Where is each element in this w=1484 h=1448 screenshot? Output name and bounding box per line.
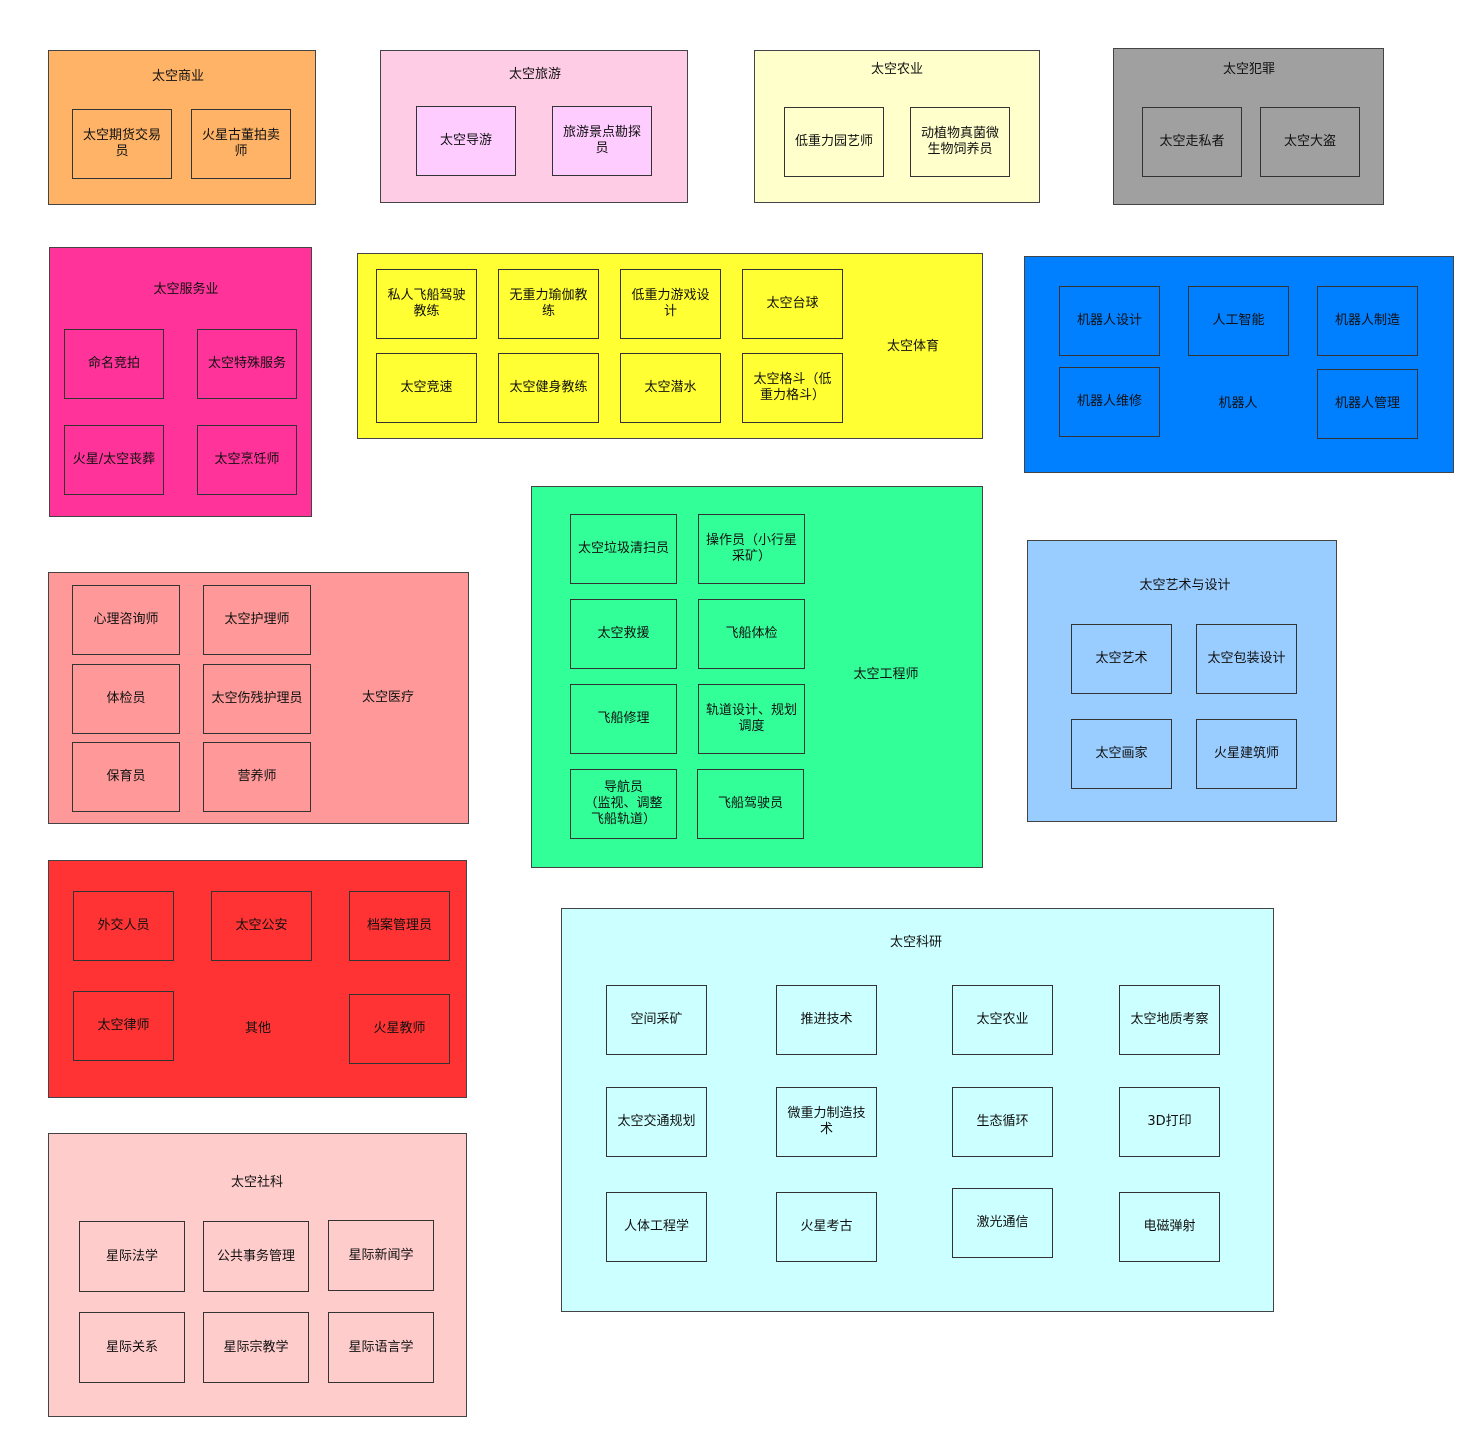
node-box[interactable]: 低重力游戏设计 [620, 269, 721, 339]
group-commerce: 太空商业 太空期货交易员 火星古董拍卖师 [48, 50, 316, 205]
node-box[interactable]: 太空公安 [211, 891, 312, 961]
node-box[interactable]: 保育员 [72, 742, 180, 812]
node-box[interactable]: 太空伤残护理员 [203, 664, 311, 734]
node-box[interactable]: 火星建筑师 [1196, 719, 1297, 789]
node-box[interactable]: 私人飞船驾驶教练 [376, 269, 477, 339]
node-box[interactable]: 火星考古 [776, 1192, 877, 1262]
node-box[interactable]: 太空期货交易员 [72, 109, 172, 179]
node-box[interactable]: 火星/太空丧葬 [64, 425, 164, 495]
node-box[interactable]: 火星教师 [349, 994, 450, 1064]
node-box[interactable]: 太空农业 [952, 985, 1053, 1055]
node-box[interactable]: 档案管理员 [349, 891, 450, 961]
node-box[interactable]: 太空潜水 [620, 353, 721, 423]
node-box[interactable]: 星际语言学 [328, 1312, 434, 1383]
group-title: 太空农业 [870, 62, 924, 77]
group-robot: 机器人 机器人设计 人工智能 机器人制造 机器人维修 机器人管理 [1024, 256, 1454, 473]
node-box[interactable]: 太空画家 [1071, 719, 1172, 789]
node-box[interactable]: 火星古董拍卖师 [191, 109, 291, 179]
node-box[interactable]: 导航员 （监视、调整 飞船轨道） [570, 769, 677, 839]
node-box[interactable]: 太空烹饪师 [197, 425, 297, 495]
node-box[interactable]: 机器人制造 [1317, 286, 1418, 356]
node-box[interactable]: 人工智能 [1188, 286, 1289, 356]
node-box[interactable]: 太空护理师 [203, 585, 311, 655]
group-crime: 太空犯罪 太空走私者 太空大盗 [1113, 48, 1384, 205]
node-box[interactable]: 飞船体检 [698, 599, 805, 669]
node-box[interactable]: 太空导游 [416, 106, 516, 176]
node-box[interactable]: 星际法学 [79, 1221, 185, 1292]
group-medical: 太空医疗 心理咨询师 太空护理师 体检员 太空伤残护理员 保育员 营养师 [48, 572, 469, 824]
node-box[interactable]: 无重力瑜伽教练 [498, 269, 599, 339]
group-title: 太空商业 [151, 69, 205, 84]
group-title: 机器人 [1218, 396, 1258, 411]
node-box[interactable]: 机器人管理 [1317, 369, 1418, 439]
group-sports: 太空体育 私人飞船驾驶教练 无重力瑜伽教练 低重力游戏设计 太空台球 太空竞速 … [357, 253, 983, 439]
node-box[interactable]: 机器人设计 [1059, 286, 1160, 356]
node-box[interactable]: 电磁弹射 [1119, 1192, 1220, 1262]
node-box[interactable]: 太空竞速 [376, 353, 477, 423]
node-box[interactable]: 外交人员 [73, 891, 174, 961]
group-title: 太空社科 [230, 1175, 284, 1190]
node-box[interactable]: 3D打印 [1119, 1087, 1220, 1157]
node-box[interactable]: 星际宗教学 [203, 1312, 309, 1383]
node-box[interactable]: 太空交通规划 [606, 1087, 707, 1157]
node-box[interactable]: 营养师 [203, 742, 311, 812]
node-box[interactable]: 星际关系 [79, 1312, 185, 1383]
node-box[interactable]: 太空律师 [73, 991, 174, 1061]
node-box[interactable]: 旅游景点勘探员 [552, 106, 652, 176]
group-service: 太空服务业 命名竞拍 太空特殊服务 火星/太空丧葬 太空烹饪师 [49, 247, 312, 517]
node-box[interactable]: 太空救援 [570, 599, 677, 669]
node-box[interactable]: 星际新闻学 [328, 1220, 434, 1291]
node-box[interactable]: 太空包装设计 [1196, 624, 1297, 694]
group-art: 太空艺术与设计 太空艺术 太空包装设计 太空画家 火星建筑师 [1027, 540, 1337, 822]
group-title: 太空犯罪 [1222, 62, 1276, 77]
node-box[interactable]: 动植物真菌微生物饲养员 [910, 107, 1010, 177]
node-box[interactable]: 空间采矿 [606, 985, 707, 1055]
node-box[interactable]: 太空地质考察 [1119, 985, 1220, 1055]
group-title: 太空工程师 [853, 667, 919, 682]
node-box[interactable]: 太空格斗（低重力格斗） [742, 353, 843, 423]
node-box[interactable]: 低重力园艺师 [784, 107, 884, 177]
group-title: 太空科研 [889, 935, 943, 950]
node-box[interactable]: 太空大盗 [1260, 107, 1360, 177]
node-box[interactable]: 命名竞拍 [64, 329, 164, 399]
group-title: 太空旅游 [508, 67, 562, 82]
node-box[interactable]: 太空特殊服务 [197, 329, 297, 399]
node-box[interactable]: 太空走私者 [1142, 107, 1242, 177]
node-box[interactable]: 推进技术 [776, 985, 877, 1055]
group-engineer: 太空工程师 太空垃圾清扫员 操作员（小行星采矿） 太空救援 飞船体检 飞船修理 … [531, 486, 983, 868]
node-box[interactable]: 太空台球 [742, 269, 843, 339]
node-box[interactable]: 太空健身教练 [498, 353, 599, 423]
node-box[interactable]: 体检员 [72, 664, 180, 734]
node-box[interactable]: 心理咨询师 [72, 585, 180, 655]
node-box[interactable]: 激光通信 [952, 1188, 1053, 1258]
node-box[interactable]: 人体工程学 [606, 1192, 707, 1262]
group-title: 太空体育 [886, 339, 940, 354]
group-title: 太空艺术与设计 [1139, 578, 1231, 593]
node-box[interactable]: 公共事务管理 [203, 1221, 309, 1292]
node-box[interactable]: 轨道设计、规划 调度 [698, 684, 805, 754]
group-research: 太空科研 空间采矿 推进技术 太空农业 太空地质考察 太空交通规划 微重力制造技… [561, 908, 1274, 1312]
group-title: 太空医疗 [361, 690, 415, 705]
node-box[interactable]: 操作员（小行星采矿） [698, 514, 805, 584]
node-box[interactable]: 太空垃圾清扫员 [570, 514, 677, 584]
node-box[interactable]: 微重力制造技术 [776, 1087, 877, 1157]
node-box[interactable]: 机器人维修 [1059, 367, 1160, 437]
group-other: 其他 外交人员 太空公安 档案管理员 太空律师 火星教师 [48, 860, 467, 1098]
group-title: 太空服务业 [153, 282, 219, 297]
group-agriculture: 太空农业 低重力园艺师 动植物真菌微生物饲养员 [754, 50, 1040, 203]
node-box[interactable]: 生态循环 [952, 1087, 1053, 1157]
node-box[interactable]: 太空艺术 [1071, 624, 1172, 694]
node-box[interactable]: 飞船修理 [570, 684, 677, 754]
group-title: 其他 [244, 1021, 272, 1036]
group-tourism: 太空旅游 太空导游 旅游景点勘探员 [380, 50, 688, 203]
group-social: 太空社科 星际法学 公共事务管理 星际新闻学 星际关系 星际宗教学 星际语言学 [48, 1133, 467, 1417]
node-box[interactable]: 飞船驾驶员 [697, 769, 804, 839]
